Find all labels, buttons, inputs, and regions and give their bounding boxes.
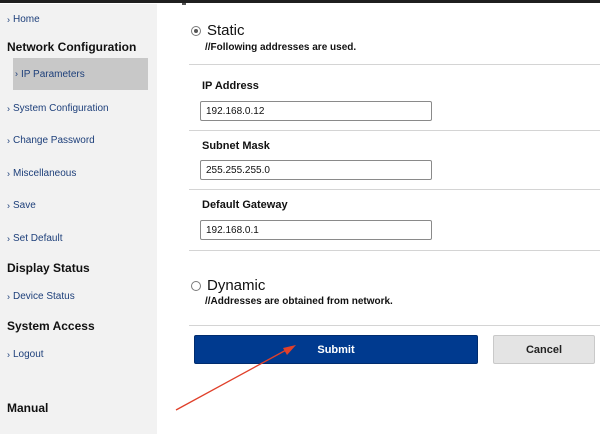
nav-system-configuration[interactable]: › System Configuration [7, 103, 109, 114]
chevron-right-icon: › [7, 168, 10, 178]
top-bar-mark [182, 3, 186, 5]
nav-system-configuration-label: System Configuration [13, 103, 109, 114]
static-note: //Following addresses are used. [205, 42, 357, 53]
nav-change-password-label: Change Password [13, 135, 95, 146]
sidebar: › Home Network Configuration › IP Parame… [0, 4, 157, 434]
dynamic-radio-option[interactable]: Dynamic [191, 277, 265, 294]
divider [189, 325, 600, 326]
default-gateway-label: Default Gateway [202, 199, 288, 211]
chevron-right-icon: › [7, 291, 10, 301]
static-radio[interactable] [191, 25, 201, 36]
nav-device-status[interactable]: › Device Status [7, 291, 75, 302]
nav-miscellaneous[interactable]: › Miscellaneous [7, 168, 76, 179]
divider [189, 250, 600, 251]
section-manual: Manual [7, 401, 49, 415]
nav-home-label: Home [13, 14, 40, 25]
default-gateway-input[interactable] [200, 220, 432, 240]
dynamic-radio[interactable] [191, 280, 201, 291]
chevron-right-icon: › [15, 68, 18, 79]
nav-save-label: Save [13, 200, 36, 211]
window-top-bar [0, 0, 600, 3]
divider [189, 64, 600, 65]
chevron-right-icon: › [7, 103, 10, 113]
section-display-status: Display Status [7, 261, 90, 275]
static-label: Static [207, 22, 245, 39]
section-network-configuration: Network Configuration [7, 40, 137, 54]
dynamic-label: Dynamic [207, 277, 266, 294]
ip-address-label: IP Address [202, 80, 259, 92]
subnet-mask-label: Subnet Mask [202, 140, 270, 152]
nav-change-password[interactable]: › Change Password [7, 135, 95, 146]
submit-button[interactable]: Submit [194, 335, 478, 364]
cancel-button[interactable]: Cancel [493, 335, 595, 364]
section-system-access: System Access [7, 319, 95, 333]
divider [189, 189, 600, 190]
nav-save[interactable]: › Save [7, 200, 36, 211]
chevron-right-icon: › [7, 14, 10, 24]
chevron-right-icon: › [7, 233, 10, 243]
nav-logout[interactable]: › Logout [7, 349, 44, 360]
static-radio-option[interactable]: Static [191, 22, 245, 39]
nav-set-default-label: Set Default [13, 233, 63, 244]
dynamic-note: //Addresses are obtained from network. [205, 296, 393, 307]
chevron-right-icon: › [7, 349, 10, 359]
chevron-right-icon: › [7, 135, 10, 145]
nav-device-status-label: Device Status [13, 291, 75, 302]
nav-ip-parameters[interactable]: › IP Parameters [13, 58, 148, 90]
nav-home[interactable]: › Home [7, 14, 40, 25]
subnet-mask-input[interactable] [200, 160, 432, 180]
divider [189, 130, 600, 131]
nav-logout-label: Logout [13, 349, 44, 360]
chevron-right-icon: › [7, 200, 10, 210]
nav-ip-parameters-label: IP Parameters [21, 68, 85, 80]
nav-set-default[interactable]: › Set Default [7, 233, 62, 244]
nav-miscellaneous-label: Miscellaneous [13, 168, 77, 179]
ip-address-input[interactable] [200, 101, 432, 121]
